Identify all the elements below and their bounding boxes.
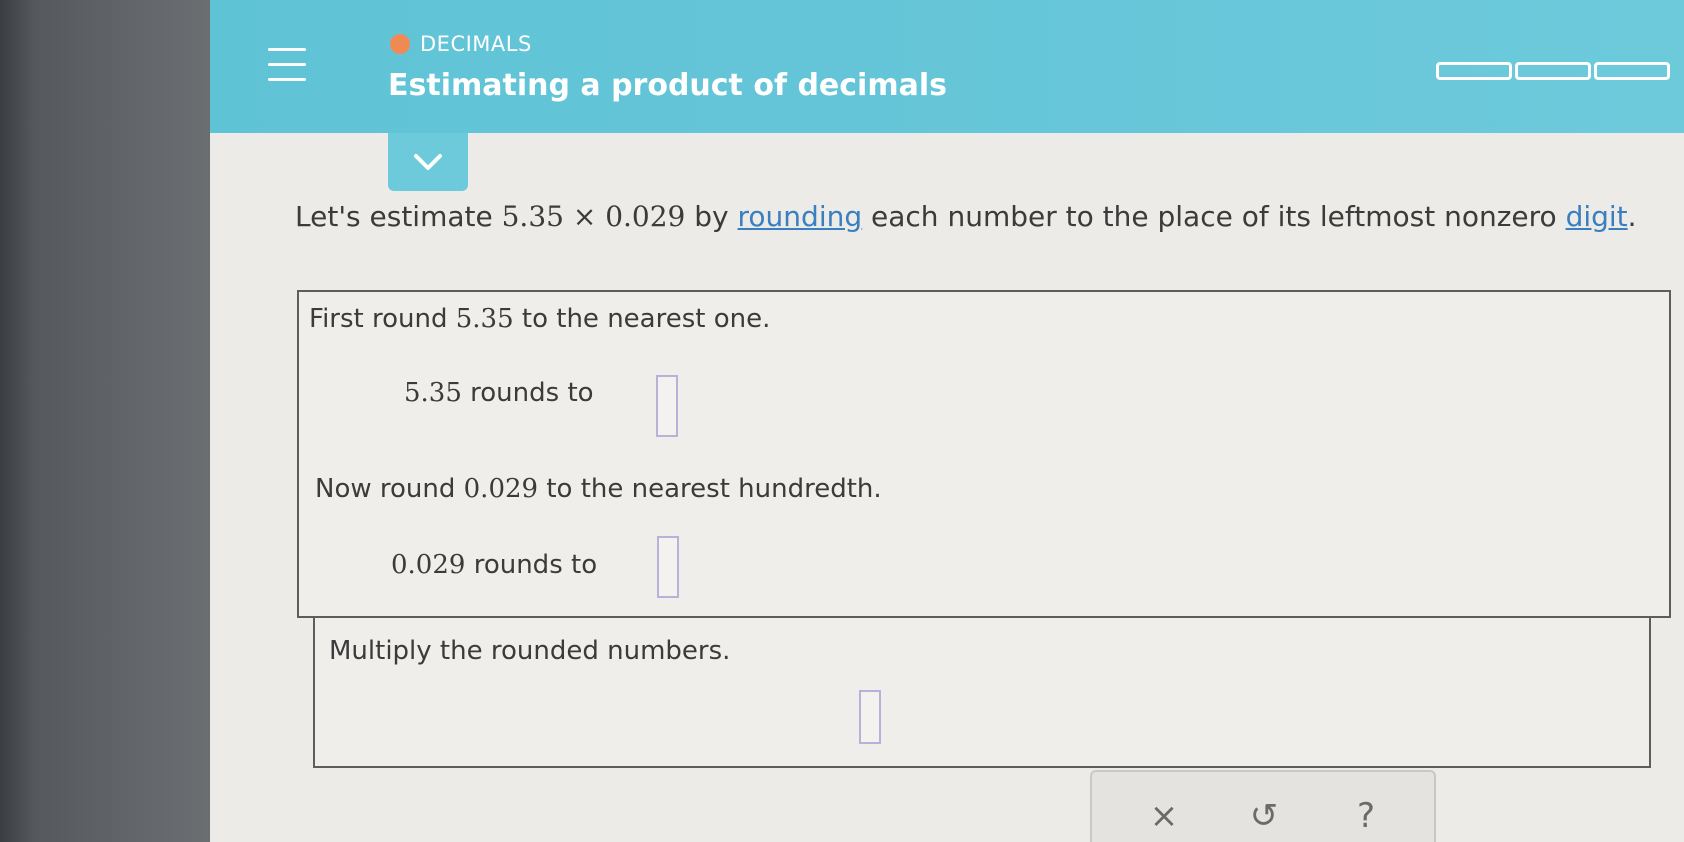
chevron-down-icon [414, 154, 442, 170]
hamburger-icon[interactable] [268, 48, 306, 84]
rounding-link[interactable]: rounding [738, 200, 863, 233]
answer-input-3[interactable] [859, 690, 881, 744]
instruction-text: Let's estimate 5.35 × 0.029 by rounding … [295, 200, 1637, 233]
header-bar: DECIMALS Estimating a product of decimal… [210, 0, 1684, 133]
progress-bar [1436, 62, 1670, 80]
step2-answer-text: rounds to [465, 550, 598, 580]
progress-segment [1436, 62, 1512, 80]
step1-prompt: First round 5.35 to the nearest one. [309, 304, 770, 334]
instruction-middle: each number to the place of its leftmost… [862, 200, 1566, 233]
step1-suffix: to the nearest one. [513, 304, 771, 334]
page-title: Estimating a product of decimals [388, 68, 947, 103]
undo-button[interactable]: ↺ [1242, 794, 1286, 838]
step3-prompt: Multiply the rounded numbers. [329, 636, 731, 666]
rounding-steps-panel: First round 5.35 to the nearest one. 5.3… [297, 290, 1671, 618]
step2-number: 0.029 [463, 474, 539, 504]
digit-link[interactable]: digit [1566, 200, 1628, 233]
step1-number: 5.35 [455, 304, 514, 334]
step1-answer-text: rounds to [461, 378, 594, 408]
progress-segment [1594, 62, 1670, 80]
topic-label: DECIMALS [420, 32, 532, 56]
answer-input-1[interactable] [656, 375, 678, 437]
clear-button[interactable]: × [1142, 794, 1186, 838]
step1-answer-label: 5.35 rounds to [404, 378, 594, 408]
step1-prefix: First round [309, 304, 456, 334]
instruction-mid: by [685, 200, 738, 233]
action-bar: × ↺ ? [1090, 770, 1436, 842]
step2-answer-number: 0.029 [391, 550, 466, 580]
step2-suffix: to the nearest hundredth. [538, 474, 882, 504]
instruction-prefix: Let's estimate [295, 200, 502, 233]
topic-status-dot [390, 34, 410, 54]
collapse-toggle-button[interactable] [388, 133, 468, 191]
instruction-expression: 5.35 × 0.029 [501, 200, 686, 233]
screen: DECIMALS Estimating a product of decimal… [210, 0, 1684, 842]
topic-label-group: DECIMALS [390, 32, 532, 56]
step2-answer-label: 0.029 rounds to [391, 550, 597, 580]
monitor-bezel [0, 0, 230, 842]
step2-prompt: Now round 0.029 to the nearest hundredth… [315, 474, 882, 504]
answer-input-2[interactable] [657, 536, 679, 598]
multiply-panel: Multiply the rounded numbers. [313, 616, 1651, 768]
step1-answer-number: 5.35 [404, 378, 462, 408]
step2-prefix: Now round [315, 474, 464, 504]
progress-segment [1515, 62, 1591, 80]
help-button[interactable]: ? [1344, 794, 1388, 838]
instruction-suffix: . [1627, 200, 1637, 233]
